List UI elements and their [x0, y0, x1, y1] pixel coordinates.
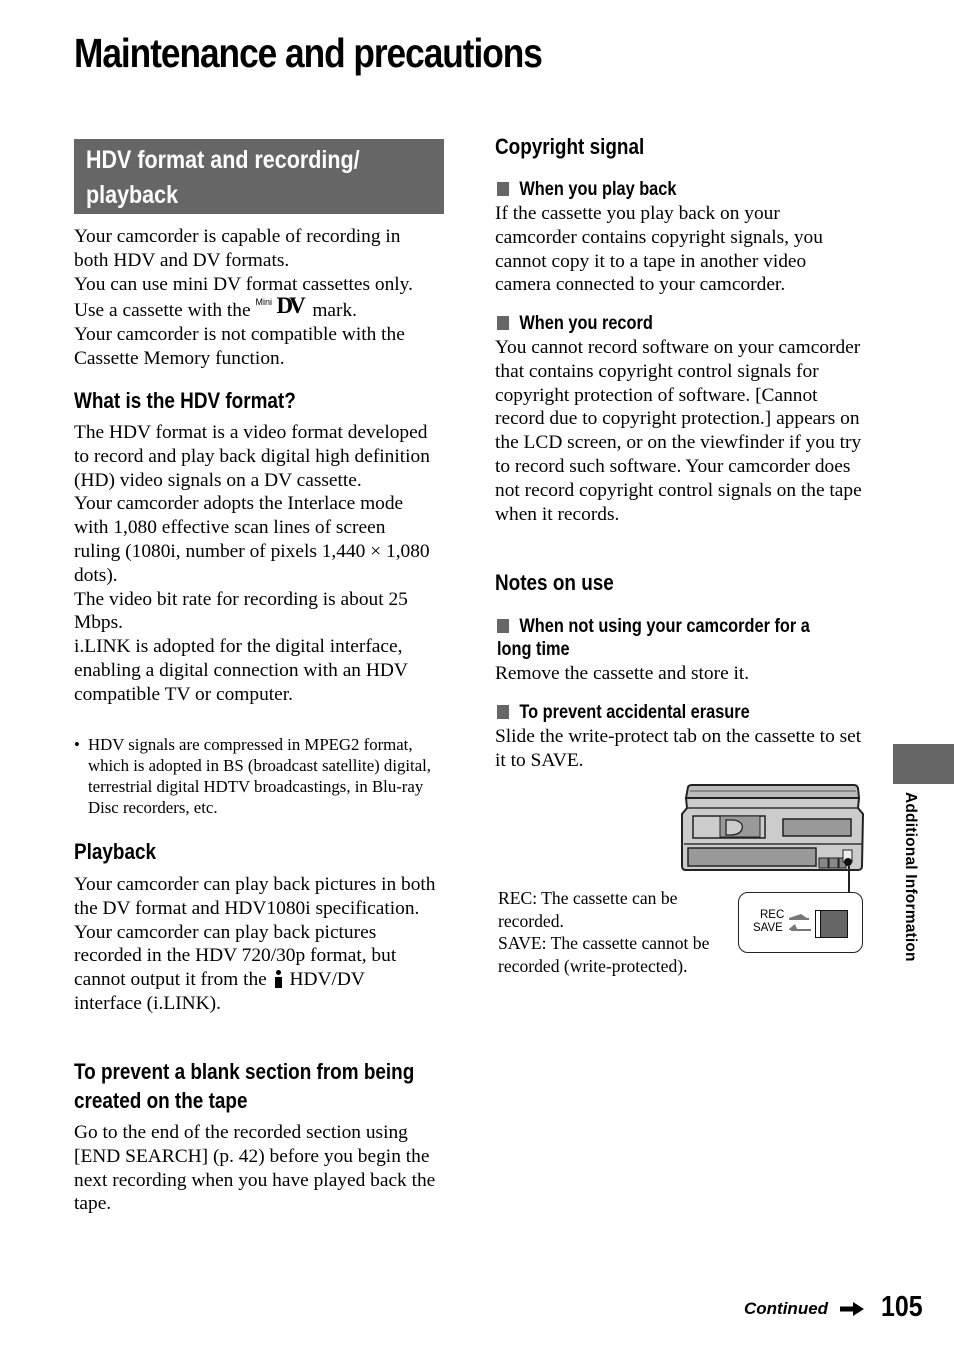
subheading-text: When you play back — [519, 179, 677, 200]
heading-copyright: Copyright signal — [495, 134, 645, 159]
minidv-logo-icon: Mini DV — [255, 293, 307, 319]
playback-p2: Your camcorder can play back pictures re… — [74, 921, 426, 1016]
continued-label: Continued — [744, 1299, 829, 1318]
save-description: SAVE: The cassette cannot be recorded (w… — [498, 933, 710, 976]
heading-playback: Playback — [74, 839, 157, 864]
minidv-logo-small: Mini — [255, 297, 272, 308]
rec-description: REC: The cassette can be recorded. — [498, 888, 678, 931]
intro-p1: Your camcorder is capable of recording i… — [74, 226, 401, 271]
square-bullet-icon — [497, 182, 510, 196]
square-bullet-icon — [497, 705, 510, 719]
subheading-accidental-erasure: To prevent accidental erasure — [497, 701, 875, 724]
heading-notes-on-use: Notes on use — [495, 570, 614, 595]
page-title: Maintenance and precautions — [74, 30, 543, 76]
slide-arrows-icon — [789, 914, 811, 931]
write-protect-tab-callout: REC SAVE — [738, 892, 863, 953]
hdv-note-text: HDV signals are compressed in MPEG2 form… — [88, 735, 432, 817]
heading-blank-section: To prevent a blank section from being cr… — [74, 1057, 452, 1115]
side-section-label: Additional Information — [902, 792, 919, 962]
cassette-illustration — [681, 784, 865, 871]
hdv-p4: i.LINK is adopted for the digital interf… — [74, 636, 408, 705]
long-time-text: Remove the cassette and store it. — [495, 663, 750, 684]
side-section-tab — [893, 744, 954, 784]
minidv-logo-big: DV — [276, 293, 305, 319]
subheading-when-you-record: When you record — [497, 312, 875, 335]
section-banner: HDV format and recording/ playback — [74, 139, 444, 214]
hdv-p1: The HDV format is a video format develop… — [74, 422, 430, 491]
heading-blank-section-line2: created on the tape — [74, 1088, 248, 1113]
page-number: 105 — [881, 1291, 923, 1323]
heading-blank-section-line1: To prevent a blank section from being — [74, 1059, 415, 1084]
save-label: SAVE — [753, 922, 783, 934]
blank-section-text: Go to the end of the recorded section us… — [74, 1122, 436, 1215]
hdv-p3: The video bit rate for recording is abou… — [74, 588, 408, 634]
square-bullet-icon — [497, 619, 510, 633]
hdv-p2: Your camcorder adopts the Interlace mode… — [74, 493, 430, 586]
intro-p3-before: Use a cassette with the — [74, 300, 251, 322]
section-banner-line1: HDV format and recording/ — [86, 146, 360, 174]
intro-p4: Your camcorder is not compatible with th… — [74, 324, 405, 369]
intro-p3-after: mark. — [312, 300, 358, 322]
section-banner-line2: playback — [86, 181, 179, 209]
heading-hdv-format: What is the HDV format? — [74, 388, 296, 413]
erasure-text: Slide the write-protect tab on the casse… — [495, 726, 862, 771]
subheading-long-time: When not using your camcorder for a long… — [497, 615, 875, 661]
hdv-format-paragraphs: The HDV format is a video format develop… — [74, 421, 442, 707]
subheading-when-you-play-back: When you play back — [497, 178, 875, 201]
callout-leader-line — [848, 866, 850, 893]
write-protect-tab — [815, 910, 848, 938]
subheading-text-line2: long time — [497, 639, 570, 660]
subheading-text: To prevent accidental erasure — [519, 702, 750, 723]
subheading-text: When you record — [519, 313, 653, 334]
subheading-text-line1: When not using your camcorder for a — [519, 616, 810, 637]
playback-paragraphs: Your camcorder can play back pictures in… — [74, 873, 436, 1016]
playback-p1: Your camcorder can play back pictures in… — [74, 874, 436, 919]
right-arrow-icon — [840, 1302, 864, 1316]
intro-paragraphs: Your camcorder is capable of recording i… — [74, 225, 454, 371]
intro-p3: Use a cassette with the Mini DV mark. — [74, 293, 454, 323]
i-link-icon — [274, 970, 283, 989]
copyright-playback-text: If the cassette you play back on your ca… — [495, 203, 823, 296]
bullet: • — [74, 735, 80, 754]
rec-save-descriptions: REC: The cassette can be recorded. SAVE:… — [498, 887, 748, 977]
rec-label: REC — [760, 909, 785, 921]
hdv-note: • HDV signals are compressed in MPEG2 fo… — [74, 734, 444, 818]
square-bullet-icon — [497, 316, 510, 330]
copyright-record-text: You cannot record software on your camco… — [495, 337, 862, 525]
